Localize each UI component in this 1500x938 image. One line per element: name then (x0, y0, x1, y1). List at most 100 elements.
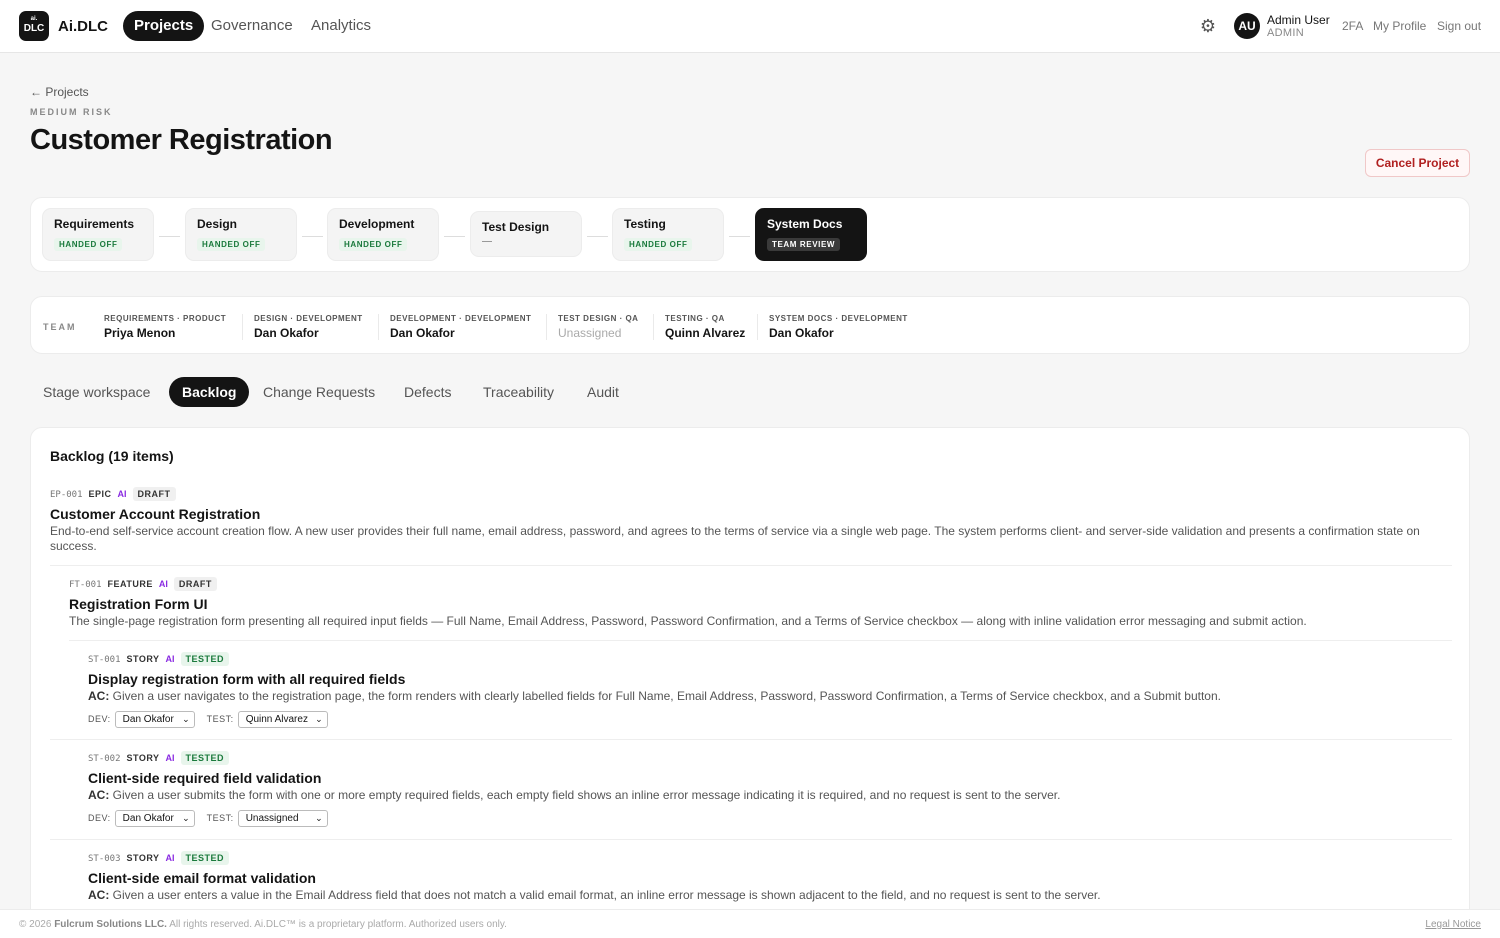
status-badge: DRAFT (173, 577, 217, 591)
gear-icon[interactable]: ⚙ (1199, 17, 1217, 35)
stage-requirements[interactable]: Requirements HANDED OFF (42, 208, 154, 261)
divider (50, 839, 1452, 840)
divider (69, 640, 1452, 641)
test-select-value: Quinn Alvarez (245, 713, 308, 725)
assignment-row: DEV: Dan Okafor ⌄ TEST: Unassigned ⌄ (88, 809, 1448, 827)
team-role: TESTING · QA (665, 314, 725, 323)
copyright-suffix: All rights reserved. Ai.DLC™ is a propri… (169, 919, 507, 930)
team-member-name: Priya Menon (104, 326, 176, 340)
item-id: ST-001 (88, 655, 121, 665)
tab-traceability[interactable]: Traceability (470, 377, 567, 407)
acceptance-criteria: AC: Given a user navigates to the regist… (88, 689, 1448, 704)
stage-name: Design (197, 217, 238, 231)
team-card: TEAM REQUIREMENTS · PRODUCT Priya Menon … (30, 296, 1470, 354)
team-member-testing: TESTING · QA Quinn Alvarez (653, 314, 745, 340)
test-select[interactable]: Quinn Alvarez ⌄ (237, 710, 328, 728)
stage-status-badge: HANDED OFF (197, 238, 266, 251)
ac-text: Given a user enters a value in the Email… (112, 888, 1101, 902)
team-member-name: Dan Okafor (254, 326, 319, 340)
acceptance-criteria: AC: Given a user submits the form with o… (88, 788, 1448, 803)
acceptance-criteria: AC: Given a user enters a value in the E… (88, 888, 1448, 903)
status-badge: TESTED (180, 652, 230, 666)
stage-test-design[interactable]: Test Design — (470, 211, 582, 257)
stage-development[interactable]: Development HANDED OFF (327, 208, 439, 261)
team-member-requirements: REQUIREMENTS · PRODUCT Priya Menon (104, 314, 226, 340)
stage-name: Requirements (54, 217, 135, 231)
nav-governance[interactable]: Governance (200, 11, 304, 41)
stage-connector (159, 236, 180, 237)
my-profile-link[interactable]: My Profile (1373, 19, 1426, 33)
stage-name: System Docs (767, 217, 843, 231)
item-type: EPIC (88, 489, 112, 499)
divider (50, 739, 1452, 740)
backlog-item-feature[interactable]: FT-001 FEATURE AI DRAFT Registration Form U… (69, 577, 1449, 629)
status-badge: TESTED (180, 751, 230, 765)
ai-badge: AI (165, 753, 175, 763)
team-member-name: Quinn Alvarez (665, 326, 746, 340)
ac-text: Given a user navigates to the registrati… (112, 689, 1221, 703)
stage-testing[interactable]: Testing HANDED OFF (612, 208, 724, 261)
backlog-item-epic[interactable]: EP-001 EPIC AI DRAFT Customer Account Regis… (50, 487, 1420, 554)
team-member-name: Dan Okafor (769, 326, 834, 340)
nav-analytics[interactable]: Analytics (300, 11, 382, 41)
item-title: Client-side email format validation (88, 870, 316, 886)
item-title: Display registration form with all requi… (88, 671, 406, 687)
brand-name[interactable]: Ai.DLC (58, 18, 108, 35)
ac-label: AC: (88, 788, 110, 802)
team-member-design: DESIGN · DEVELOPMENT Dan Okafor (242, 314, 363, 340)
nav-projects[interactable]: Projects (123, 11, 205, 41)
backlog-item-story[interactable]: ST-001 STORY AI TESTED Display registration… (88, 652, 1448, 728)
ai-badge: AI (165, 654, 175, 664)
tab-defects[interactable]: Defects (391, 377, 464, 407)
backlog-item-story[interactable]: ST-002 STORY AI TESTED Client-side required… (88, 751, 1448, 827)
chevron-down-icon: ⌄ (315, 713, 323, 724)
team-member-name: Unassigned (558, 326, 622, 340)
item-description: The single-page registration form presen… (69, 614, 1307, 628)
sign-out-link[interactable]: Sign out (1437, 19, 1481, 33)
chevron-down-icon: ⌄ (182, 713, 190, 724)
dev-select[interactable]: Dan Okafor ⌄ (114, 809, 195, 827)
backlog-item-story[interactable]: ST-003 STORY AI TESTED Client-side email fo… (88, 851, 1448, 903)
copyright-prefix: © 2026 (19, 919, 52, 930)
stage-design[interactable]: Design HANDED OFF (185, 208, 297, 261)
user-name: Admin User (1267, 13, 1330, 27)
ac-label: AC: (88, 689, 110, 703)
ai-badge: AI (117, 489, 127, 499)
tab-backlog[interactable]: Backlog (169, 377, 250, 407)
backlog-panel: Backlog (19 items) EP-001 EPIC AI DRAFT Cus… (30, 427, 1470, 938)
item-title: Customer Account Registration (50, 506, 261, 522)
tab-stage-workspace[interactable]: Stage workspace (30, 377, 163, 407)
stage-status-placeholder: — (482, 236, 493, 247)
tab-audit[interactable]: Audit (574, 377, 632, 407)
dev-label: DEV: (88, 813, 111, 823)
app-logo[interactable]: ai. DLC (19, 11, 49, 41)
avatar[interactable]: AU (1234, 13, 1260, 39)
stage-name: Test Design (482, 220, 550, 234)
dev-select-value: Dan Okafor (122, 713, 174, 725)
stage-status-badge: HANDED OFF (339, 238, 408, 251)
stage-connector (729, 236, 750, 237)
test-select[interactable]: Unassigned ⌄ (237, 809, 328, 827)
test-select-value: Unassigned (245, 812, 299, 824)
legal-notice-link[interactable]: Legal Notice (1425, 919, 1481, 930)
item-type: STORY (126, 654, 160, 664)
top-navigation-bar: ai. DLC Ai.DLC Projects Governance Analy… (0, 0, 1500, 53)
stage-name: Testing (624, 217, 666, 231)
stage-name: Development (339, 217, 415, 231)
tab-change-requests[interactable]: Change Requests (250, 377, 388, 407)
item-type: STORY (126, 753, 160, 763)
back-to-projects-link[interactable]: ← Projects (30, 85, 89, 99)
test-label: TEST: (206, 813, 234, 823)
stage-status-badge: HANDED OFF (624, 238, 693, 251)
two-factor-link[interactable]: 2FA (1342, 19, 1363, 33)
page-footer: © 2026 Fulcrum Solutions LLC. All rights… (0, 909, 1500, 938)
stage-system-docs[interactable]: System Docs TEAM REVIEW (755, 208, 867, 261)
item-id: FT-001 (69, 580, 102, 590)
team-member-test-design: TEST DESIGN · QA Unassigned (546, 314, 638, 340)
dev-select[interactable]: Dan Okafor ⌄ (114, 710, 195, 728)
cancel-project-button[interactable]: Cancel Project (1365, 149, 1470, 177)
chevron-down-icon: ⌄ (315, 812, 323, 823)
risk-level-label: MEDIUM RISK (30, 107, 113, 117)
stage-connector (302, 236, 323, 237)
logo-big-text: DLC (23, 23, 45, 34)
